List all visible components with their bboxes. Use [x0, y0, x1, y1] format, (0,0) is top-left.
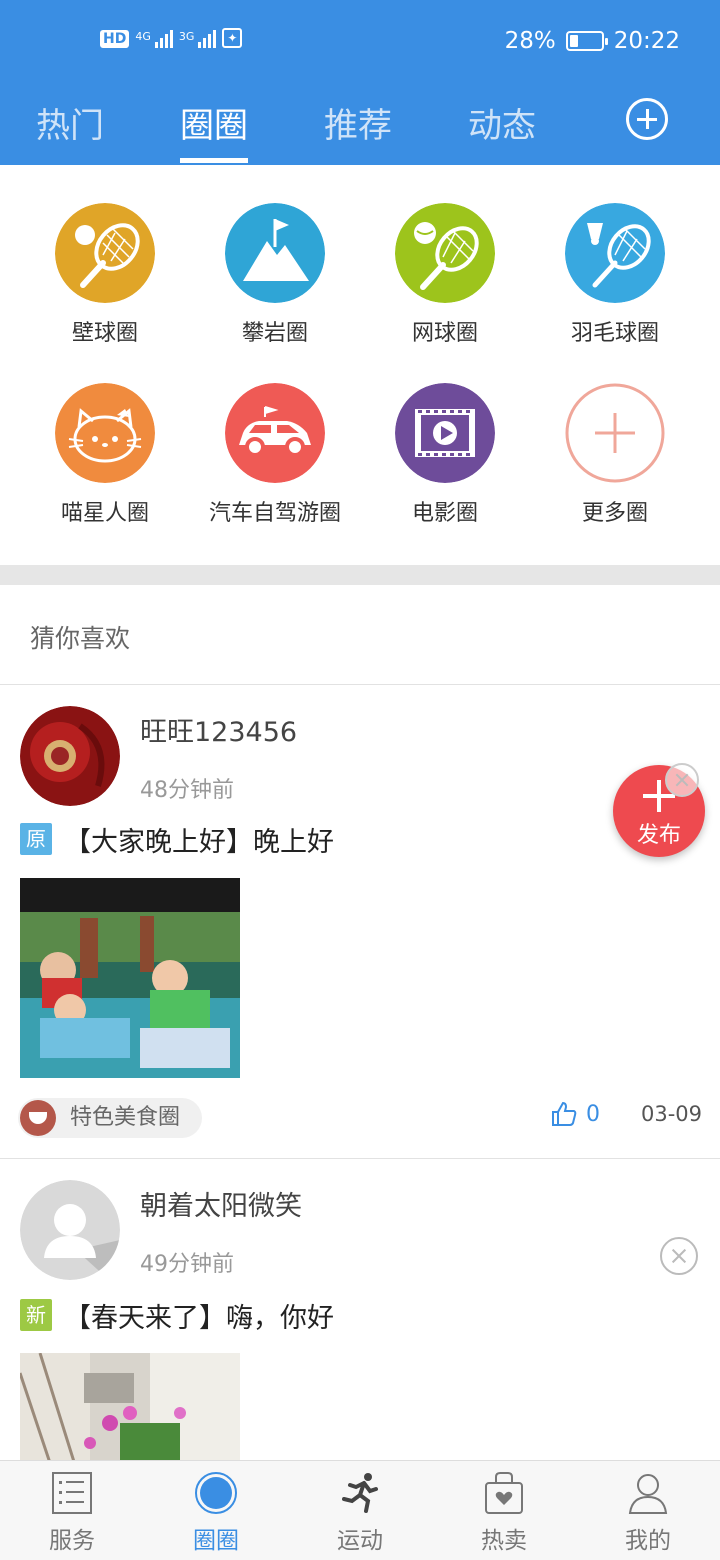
bowl-icon — [20, 1100, 56, 1136]
nav-label: 服务 — [49, 1528, 95, 1554]
like-count: 0 — [586, 1101, 600, 1127]
circle-label: 壁球圈 — [71, 321, 138, 346]
shopping-bag-icon — [482, 1471, 526, 1515]
battery-icon — [565, 31, 608, 51]
circle-tennis[interactable]: 网球圈 — [360, 165, 530, 346]
post-image[interactable] — [20, 878, 240, 1078]
battery-percent: 28% — [504, 28, 556, 54]
running-icon — [338, 1471, 382, 1515]
mountain-flag-icon — [225, 203, 325, 303]
person-icon — [626, 1471, 670, 1515]
circle-label: 更多圈 — [581, 501, 648, 526]
circle-climbing[interactable]: 攀岩圈 — [190, 165, 360, 346]
section-title: 猜你喜欢 — [30, 624, 131, 653]
nav-mine[interactable]: 我的 — [576, 1461, 720, 1560]
badminton-racket-icon — [565, 203, 665, 303]
like-button[interactable]: 0 — [550, 1100, 600, 1128]
post-time: 48分钟前 — [140, 778, 234, 803]
avatar[interactable] — [20, 1180, 120, 1280]
circle-more[interactable]: 更多圈 — [530, 345, 700, 526]
circle-chip[interactable]: 特色美食圈 — [18, 1098, 203, 1138]
top-tabs: 热门 圈圈 推荐 动态 — [0, 84, 720, 165]
post-title[interactable]: 【春天来了】嗨，你好 — [64, 1296, 334, 1335]
recommend-section-header: 猜你喜欢 — [0, 585, 720, 685]
status-right: 28% 20:22 — [505, 28, 680, 54]
tab-circles[interactable]: 圈圈 — [180, 98, 248, 165]
post-separator — [0, 1158, 720, 1159]
circle-grid: 壁球圈 攀岩圈 网球圈 羽毛球圈 喵星人圈 汽车自驾游圈 电影圈 更多圈 — [0, 165, 720, 565]
add-icon[interactable] — [626, 98, 668, 140]
signal-icon-2: 3G — [179, 30, 217, 48]
running-app-icon: ✦ — [222, 28, 243, 48]
circle-label: 羽毛球圈 — [570, 321, 659, 346]
circle-label: 电影圈 — [411, 501, 478, 526]
clock: 20:22 — [613, 28, 680, 54]
circle-label: 攀岩圈 — [241, 321, 308, 346]
list-icon — [50, 1471, 94, 1515]
kitty-icon — [55, 383, 155, 483]
post-title[interactable]: 【大家晚上好】晚上好 — [64, 820, 334, 859]
hd-badge: HD — [100, 30, 130, 48]
status-left: HD 4G 3G ✦ — [100, 28, 243, 48]
circle-icon — [194, 1471, 238, 1515]
circle-chip-label: 特色美食圈 — [70, 1105, 181, 1130]
nav-hot-sale[interactable]: 热卖 — [432, 1461, 576, 1560]
nav-label: 我的 — [625, 1528, 671, 1554]
bottom-nav: 服务 圈圈 运动 热卖 我的 — [0, 1460, 720, 1560]
app-header: HD 4G 3G ✦ 28% 20:22 热门 圈圈 推荐 动态 — [0, 0, 720, 165]
tennis-racket-icon — [395, 203, 495, 303]
thumbs-up-icon — [552, 1101, 577, 1126]
section-divider — [0, 565, 720, 585]
nav-label: 热卖 — [481, 1528, 527, 1554]
tab-feed[interactable]: 动态 — [468, 98, 536, 165]
close-icon[interactable] — [665, 763, 699, 797]
tab-hot[interactable]: 热门 — [36, 98, 104, 165]
post-image[interactable] — [20, 1353, 240, 1460]
nav-service[interactable]: 服务 — [0, 1461, 144, 1560]
nav-sport[interactable]: 运动 — [288, 1461, 432, 1560]
original-badge: 原 — [20, 823, 52, 855]
post-date: 03-09 — [641, 1102, 703, 1126]
nav-label: 运动 — [337, 1528, 383, 1554]
author-name[interactable]: 朝着太阳微笑 — [140, 1184, 302, 1223]
circle-movies[interactable]: 电影圈 — [360, 345, 530, 526]
feed-post[interactable]: 朝着太阳微笑 49分钟前 新 【春天来了】嗨，你好 — [0, 1160, 720, 1460]
car-icon — [225, 383, 325, 483]
status-bar: HD 4G 3G ✦ 28% 20:22 — [0, 0, 720, 84]
circle-cats[interactable]: 喵星人圈 — [20, 345, 190, 526]
circle-squash[interactable]: 壁球圈 — [20, 165, 190, 346]
author-name[interactable]: 旺旺123456 — [140, 710, 297, 749]
post-time: 49分钟前 — [140, 1252, 234, 1277]
squash-racket-icon — [55, 203, 155, 303]
network-type-2: 3G — [178, 30, 195, 43]
nav-label: 圈圈 — [193, 1528, 239, 1554]
circle-badminton[interactable]: 羽毛球圈 — [530, 165, 700, 346]
new-badge: 新 — [20, 1299, 52, 1331]
plus-circle-icon — [565, 383, 665, 483]
circle-label: 汽车自驾游圈 — [208, 501, 341, 526]
feed-post[interactable]: 旺旺123456 48分钟前 原 【大家晚上好】晚上好 特色美食圈 0 03-0… — [0, 686, 720, 1158]
tab-recommend[interactable]: 推荐 — [324, 98, 392, 165]
avatar[interactable] — [20, 706, 120, 806]
nav-circles[interactable]: 圈圈 — [144, 1461, 288, 1560]
circle-label: 网球圈 — [411, 321, 478, 346]
close-icon[interactable] — [660, 1237, 698, 1275]
signal-icon: 4G — [135, 30, 173, 48]
publish-label: 发布 — [636, 823, 681, 848]
network-type-1: 4G — [135, 30, 151, 43]
circle-road-trip[interactable]: 汽车自驾游圈 — [190, 345, 360, 526]
circle-label: 喵星人圈 — [60, 501, 149, 526]
film-play-icon — [395, 383, 495, 483]
